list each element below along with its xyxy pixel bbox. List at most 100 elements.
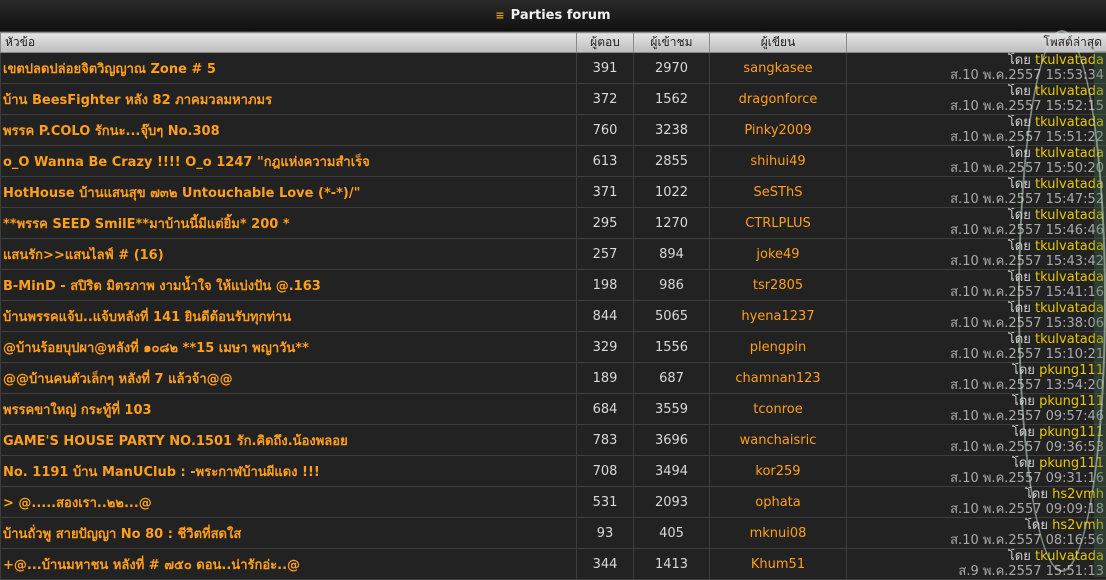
column-header-views[interactable]: ผู้เข้าชม [634,33,710,53]
last-post-cell: โดย tkulvatadaส.10 พ.ค.2557 15:38:06 [847,301,1106,332]
last-post-cell: โดย tkulvatadaส.9 พ.ค.2557 15:51:13 [847,549,1106,580]
author-link[interactable]: tsr2805 [753,278,803,293]
author-link[interactable]: chamnan123 [735,371,820,386]
replies-count: 372 [577,84,634,115]
replies-count: 295 [577,208,634,239]
topic-link[interactable]: บ้าน BeesFighter หลัง 82 ภาคมวลมหาภมร [3,93,272,108]
author-link[interactable]: plengpin [750,340,806,355]
author-link[interactable]: SeSThS [754,185,803,200]
replies-count: 257 [577,239,634,270]
table-row: เขตปลดปล่อยจิตวิญญาณ Zone # 53912970sang… [1,53,1106,84]
by-label: โดย [1012,425,1035,440]
last-post-time: ส.10 พ.ค.2557 15:53:34 [849,68,1104,83]
views-count: 986 [634,270,710,301]
column-header-last-post[interactable]: โพสต์ล่าสุด [847,33,1106,53]
topic-link[interactable]: HotHouse บ้านแสนสุข ๗๓๒ Untouchable Love… [3,186,360,201]
topic-cell: บ้าน BeesFighter หลัง 82 ภาคมวลมหาภมร [1,84,577,115]
last-post-time: ส.10 พ.ค.2557 15:43:42 [849,254,1104,269]
by-label: โดย [1008,270,1031,285]
last-post-cell: โดย tkulvatadaส.10 พ.ค.2557 15:10:21 [847,332,1106,363]
topic-link[interactable]: แสนรัก>>แสนไลฟ์ # (16) [3,248,164,263]
author-link[interactable]: Pinky2009 [744,123,811,138]
table-row: GAME'S HOUSE PARTY NO.1501 รัก.คิดถึง.น้… [1,425,1106,456]
by-label: โดย [1012,363,1035,378]
by-label: โดย [1008,146,1031,161]
replies-count: 531 [577,487,634,518]
by-label: โดย [1008,177,1031,192]
topic-cell: @บ้านร้อยบุปผา@หลังที่ ๑๐๘๒ **15 เมษา พญ… [1,332,577,363]
last-post-cell: โดย hs2vmhส.10 พ.ค.2557 08:16:56 [847,518,1106,549]
author-link[interactable]: kor259 [755,464,800,479]
by-label: โดย [1008,549,1031,564]
topic-link[interactable]: +@...บ้านมหาชน หลังที่ # ๗๕๐ ดอน..น่ารัก… [3,558,300,573]
topic-link[interactable]: @@บ้านคนตัวเล็กๆ หลังที่ 7 แล้วจ้า@@ [3,372,233,387]
by-label: โดย [1008,301,1031,316]
author-cell: hyena1237 [710,301,847,332]
forum-list-icon: ≡ [495,9,504,22]
topic-link[interactable]: พรรคขาใหญ่ กระทู้ที่ 103 [3,403,152,418]
views-count: 3238 [634,115,710,146]
topic-cell: > @.....สองเรา..๒๒...@ [1,487,577,518]
topic-cell: แสนรัก>>แสนไลฟ์ # (16) [1,239,577,270]
author-cell: mknui08 [710,518,847,549]
topic-link[interactable]: **พรรค SEED SmilE**มาบ้านนี้มีแต่ยิ้ม* 2… [3,217,290,232]
topic-link[interactable]: No. 1191 บ้าน ManUClub : -พระกาฬบ้านผีแด… [3,465,320,480]
author-link[interactable]: sangkasee [743,61,812,76]
topic-link[interactable]: > @.....สองเรา..๒๒...@ [3,496,152,511]
table-row: บ้านพรรคแจ้บ..แจ้บหลังที่ 141 ยินดีต้อนร… [1,301,1106,332]
views-count: 5065 [634,301,710,332]
last-post-cell: โดย pkung111ส.10 พ.ค.2557 13:54:20 [847,363,1106,394]
author-link[interactable]: joke49 [756,247,799,262]
last-post-time: ส.10 พ.ค.2557 15:51:22 [849,130,1104,145]
last-post-cell: โดย tkulvatadaส.10 พ.ค.2557 15:46:46 [847,208,1106,239]
last-post-cell: โดย tkulvatadaส.10 พ.ค.2557 15:41:16 [847,270,1106,301]
last-post-time: ส.10 พ.ค.2557 15:52:15 [849,99,1104,114]
last-post-time: ส.10 พ.ค.2557 15:50:20 [849,161,1104,176]
author-cell: CTRLPLUS [710,208,847,239]
column-header-replies[interactable]: ผู้ตอบ [577,33,634,53]
last-post-cell: โดย tkulvatadaส.10 พ.ค.2557 15:51:22 [847,115,1106,146]
author-link[interactable]: tconroe [753,402,802,417]
topic-link[interactable]: บ้านพรรคแจ้บ..แจ้บหลังที่ 141 ยินดีต้อนร… [3,310,291,325]
author-cell: joke49 [710,239,847,270]
author-cell: SeSThS [710,177,847,208]
author-link[interactable]: mknui08 [750,526,807,541]
by-label: โดย [1025,518,1048,533]
by-label: โดย [1008,208,1031,223]
table-row: พรรค P.COLO รักนะ...จุ๊บๆ No.3087603238P… [1,115,1106,146]
author-link[interactable]: shihui49 [750,154,805,169]
topic-cell: o_O Wanna Be Crazy !!!! O_o 1247 "กฎแห่ง… [1,146,577,177]
author-cell: dragonforce [710,84,847,115]
topic-link[interactable]: บ้านถั่วพู สายปัญญา No 80 : ชีวิตที่สดใส [3,527,241,542]
last-post-cell: โดย hs2vmhส.10 พ.ค.2557 09:09:18 [847,487,1106,518]
column-header-topic[interactable]: หัวข้อ [1,33,577,53]
topic-link[interactable]: B-MinD - สปิริต มิตรภาพ งามน้ำใจ ให้แบ่ง… [3,279,321,294]
author-cell: tsr2805 [710,270,847,301]
column-header-author[interactable]: ผู้เขียน [710,33,847,53]
table-row: **พรรค SEED SmilE**มาบ้านนี้มีแต่ยิ้ม* 2… [1,208,1106,239]
last-post-time: ส.10 พ.ค.2557 15:41:16 [849,285,1104,300]
last-post-cell: โดย pkung111ส.10 พ.ค.2557 09:36:53 [847,425,1106,456]
topic-cell: บ้านถั่วพู สายปัญญา No 80 : ชีวิตที่สดใส [1,518,577,549]
replies-count: 783 [577,425,634,456]
author-link[interactable]: dragonforce [739,92,818,107]
replies-count: 371 [577,177,634,208]
topic-link[interactable]: พรรค P.COLO รักนะ...จุ๊บๆ No.308 [3,124,220,139]
author-link[interactable]: hyena1237 [741,309,814,324]
author-link[interactable]: ophata [755,495,800,510]
last-post-cell: โดย tkulvatadaส.10 พ.ค.2557 15:52:15 [847,84,1106,115]
last-post-time: ส.10 พ.ค.2557 15:46:46 [849,223,1104,238]
by-label: โดย [1008,115,1031,130]
author-link[interactable]: wanchaisric [740,433,817,448]
author-link[interactable]: CTRLPLUS [745,216,811,231]
replies-count: 344 [577,549,634,580]
by-label: โดย [1025,487,1048,502]
topic-link[interactable]: GAME'S HOUSE PARTY NO.1501 รัก.คิดถึง.น้… [3,434,348,449]
table-row: แสนรัก>>แสนไลฟ์ # (16)257894joke49โดย tk… [1,239,1106,270]
topic-link[interactable]: o_O Wanna Be Crazy !!!! O_o 1247 "กฎแห่ง… [3,155,370,170]
author-link[interactable]: Khum51 [751,557,805,572]
table-row: o_O Wanna Be Crazy !!!! O_o 1247 "กฎแห่ง… [1,146,1106,177]
topic-link[interactable]: เขตปลดปล่อยจิตวิญญาณ Zone # 5 [3,62,216,77]
topic-link[interactable]: @บ้านร้อยบุปผา@หลังที่ ๑๐๘๒ **15 เมษา พญ… [3,341,309,356]
topic-cell: B-MinD - สปิริต มิตรภาพ งามน้ำใจ ให้แบ่ง… [1,270,577,301]
